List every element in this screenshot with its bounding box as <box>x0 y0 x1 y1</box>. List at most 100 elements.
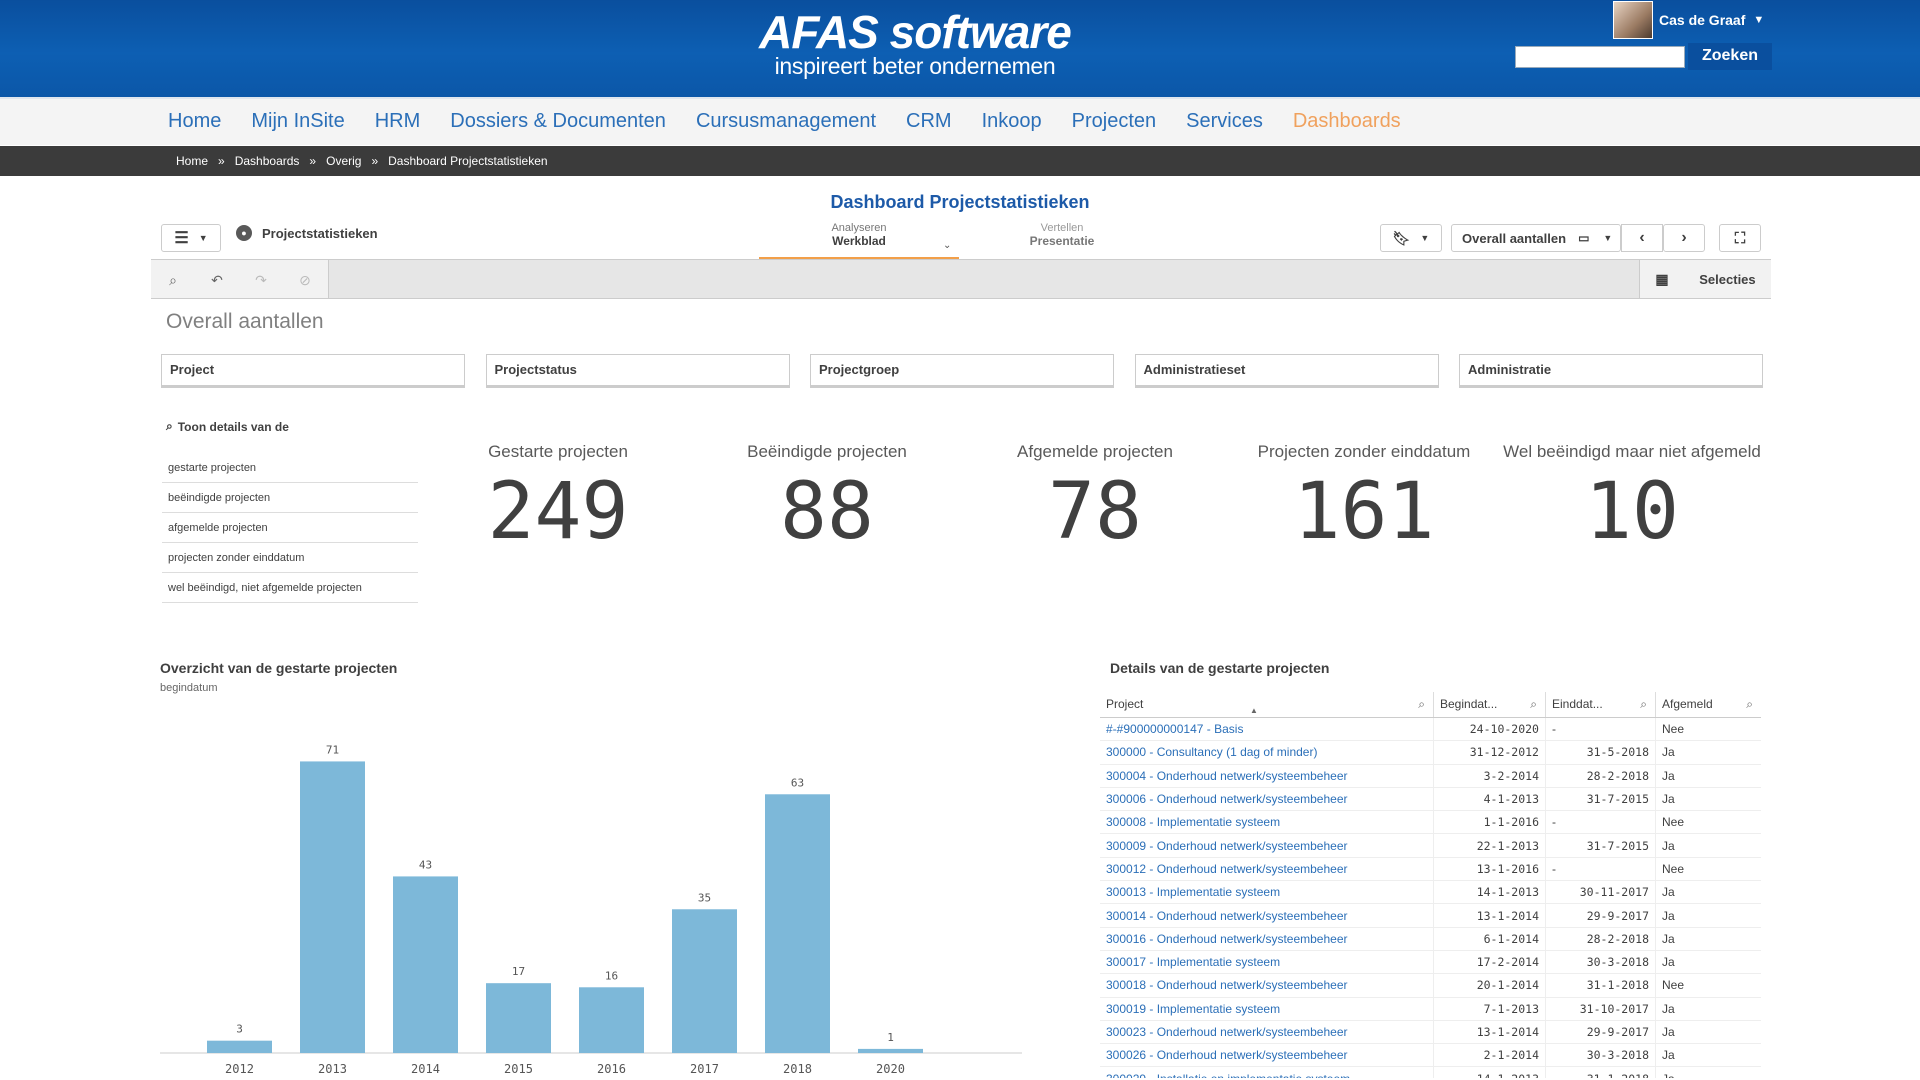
table-cell[interactable]: 300000 - Consultancy (1 dag of minder) <box>1100 741 1434 764</box>
bar-2020[interactable] <box>858 1048 923 1053</box>
table-cell[interactable]: 300004 - Onderhoud netwerk/systeembeheer <box>1100 764 1434 787</box>
column-header[interactable]: Afgemeld ⌕ <box>1656 692 1761 717</box>
search-icon[interactable]: ⌕ <box>1530 697 1537 712</box>
afas-logo[interactable]: AFAS software inspireert beter onderneme… <box>755 8 1075 78</box>
user-menu[interactable]: Cas de Graaf ▼ <box>1613 0 1764 40</box>
tab-vertellen[interactable]: Vertellen Presentatie <box>962 222 1162 248</box>
filter-project[interactable]: Project <box>161 354 465 388</box>
tab-analyseren[interactable]: Analyseren Werkblad ⌄ <box>759 222 959 251</box>
menu-button[interactable]: ☰ ▼ <box>161 224 221 252</box>
filter-projectstatus[interactable]: Projectstatus <box>485 354 790 388</box>
nav-item-cursusmanagement[interactable]: Cursusmanagement <box>696 110 876 133</box>
sheet-selector[interactable]: Overall aantallen ▭ ▼ <box>1451 224 1621 252</box>
table-row[interactable]: 300018 - Onderhoud netwerk/systeembeheer… <box>1100 974 1761 998</box>
nav-item-crm[interactable]: CRM <box>906 110 952 133</box>
filter-projectgroep[interactable]: Projectgroep <box>810 354 1114 388</box>
search-input[interactable] <box>1515 46 1685 68</box>
fullscreen-button[interactable]: ⛶ <box>1719 224 1761 252</box>
table-cell[interactable]: 300019 - Implementatie systeem <box>1100 997 1434 1020</box>
table-row[interactable]: 300006 - Onderhoud netwerk/systeembeheer… <box>1100 787 1761 812</box>
filter-administratieset[interactable]: Administratieset <box>1134 354 1439 388</box>
table-row[interactable]: 300026 - Onderhoud netwerk/systeembeheer… <box>1100 1044 1761 1068</box>
nav-item-dashboards[interactable]: Dashboards <box>1293 110 1401 133</box>
previous-sheet-button[interactable]: ‹ <box>1621 224 1663 252</box>
kpi-2[interactable]: Afgemelde projecten 78 <box>965 442 1225 556</box>
bar-2014[interactable] <box>393 876 458 1053</box>
column-header[interactable]: Project ▲ ⌕ <box>1100 692 1434 717</box>
kpi-0[interactable]: Gestarte projecten 249 <box>428 442 688 556</box>
details-list-item[interactable]: wel beëindigd, niet afgemelde projecten <box>162 573 418 603</box>
step-back-icon[interactable]: ↶ <box>207 270 227 290</box>
table-row[interactable]: 300013 - Implementatie systeem 14-1-2013 3… <box>1100 881 1761 905</box>
table-cell[interactable]: 300014 - Onderhoud netwerk/systeembeheer <box>1100 904 1434 927</box>
table-cell[interactable]: 300009 - Onderhoud netwerk/systeembeheer <box>1100 834 1434 857</box>
table-cell[interactable]: 300013 - Implementatie systeem <box>1100 881 1434 904</box>
table-cell[interactable]: 300018 - Onderhoud netwerk/systeembeheer <box>1100 974 1434 997</box>
nav-item-mijn-insite[interactable]: Mijn InSite <box>251 110 344 133</box>
table-cell[interactable]: #-#900000000147 - Basis <box>1100 718 1434 741</box>
nav-item-projecten[interactable]: Projecten <box>1072 110 1157 133</box>
bar-2012[interactable] <box>207 1040 272 1053</box>
bar-2016[interactable] <box>579 987 644 1053</box>
table-cell[interactable]: 300016 - Onderhoud netwerk/systeembeheer <box>1100 927 1434 950</box>
table-cell[interactable]: 300006 - Onderhoud netwerk/systeembeheer <box>1100 787 1434 811</box>
smart-search-icon[interactable]: ⌕ <box>163 270 183 290</box>
bookmark-button[interactable]: 🔖︎ ▼ <box>1380 224 1442 252</box>
bar-2017[interactable] <box>672 909 737 1053</box>
details-list-item[interactable]: afgemelde projecten <box>162 513 418 543</box>
app-name[interactable]: ● Projectstatistieken <box>236 225 378 241</box>
bar-chart[interactable]: 3 2012 71 2013 43 2014 17 2015 16 2016 35 2017 63 201… <box>150 720 1030 1080</box>
selections-button[interactable]: ▦ Selecties <box>1639 260 1771 298</box>
breadcrumb-item[interactable]: Overig <box>326 154 361 168</box>
table-cell: 31-5-2018 <box>1546 741 1656 764</box>
table-row[interactable]: 300009 - Onderhoud netwerk/systeembeheer… <box>1100 834 1761 858</box>
nav-item-services[interactable]: Services <box>1186 110 1263 133</box>
kpi-3[interactable]: Projecten zonder einddatum 161 <box>1234 442 1494 556</box>
details-table[interactable]: Project ▲ ⌕ Begindat... ⌕ Einddat... ⌕ Afgemeld… <box>1100 692 1761 1078</box>
nav-item-home[interactable]: Home <box>168 110 221 133</box>
search-icon[interactable]: ⌕ <box>1418 697 1425 712</box>
breadcrumb-item[interactable]: Home <box>176 154 208 168</box>
table-row[interactable]: 300016 - Onderhoud netwerk/systeembeheer… <box>1100 927 1761 951</box>
table-cell: 28-2-2018 <box>1546 764 1656 787</box>
column-header[interactable]: Einddat... ⌕ <box>1546 692 1656 717</box>
table-row[interactable]: 300000 - Consultancy (1 dag of minder) 31… <box>1100 741 1761 765</box>
table-cell[interactable]: 300008 - Implementatie systeem <box>1100 811 1434 834</box>
table-cell: 29-9-2017 <box>1546 1020 1656 1044</box>
table-row[interactable]: 300017 - Implementatie systeem 17-2-2014 3… <box>1100 950 1761 975</box>
breadcrumb-item[interactable]: Dashboards <box>235 154 300 168</box>
bar-2018[interactable] <box>765 794 830 1053</box>
table-row[interactable]: 300004 - Onderhoud netwerk/systeembeheer… <box>1100 764 1761 788</box>
column-header[interactable]: Begindat... ⌕ <box>1434 692 1546 717</box>
nav-item-hrm[interactable]: HRM <box>375 110 421 133</box>
kpi-4[interactable]: Wel beëindigd maar niet afgemeld 10 <box>1502 442 1762 556</box>
search-icon[interactable]: ⌕ <box>1746 697 1753 712</box>
next-sheet-button[interactable]: › <box>1663 224 1705 252</box>
clear-selections-icon[interactable]: ⊘ <box>295 270 315 290</box>
search-icon[interactable]: ⌕ <box>1640 697 1647 712</box>
bar-2015[interactable] <box>486 983 551 1053</box>
table-row[interactable]: 300008 - Implementatie systeem 1-1-2016- N… <box>1100 811 1761 835</box>
table-row[interactable]: #-#900000000147 - Basis 24-10-2020- Nee <box>1100 718 1761 742</box>
table-row[interactable]: 300023 - Onderhoud netwerk/systeembeheer… <box>1100 1020 1761 1045</box>
bar-2013[interactable] <box>300 761 365 1053</box>
nav-item-dossiers-documenten[interactable]: Dossiers & Documenten <box>450 110 666 133</box>
nav-item-inkoop[interactable]: Inkoop <box>982 110 1042 133</box>
table-cell[interactable]: 300029 - Installatie en implementatie sy… <box>1100 1067 1434 1078</box>
table-row[interactable]: 300012 - Onderhoud netwerk/systeembeheer… <box>1100 857 1761 882</box>
search-button[interactable]: Zoeken <box>1688 43 1772 70</box>
table-cell[interactable]: 300023 - Onderhoud netwerk/systeembeheer <box>1100 1020 1434 1044</box>
kpi-1[interactable]: Beëindigde projecten 88 <box>697 442 957 556</box>
table-cell[interactable]: 300026 - Onderhoud netwerk/systeembeheer <box>1100 1044 1434 1067</box>
details-list-item[interactable]: gestarte projecten <box>162 453 418 483</box>
details-list-item[interactable]: beëindigde projecten <box>162 483 418 513</box>
table-row[interactable]: 300029 - Installatie en implementatie sy… <box>1100 1067 1761 1078</box>
table-cell[interactable]: 300017 - Implementatie systeem <box>1100 950 1434 974</box>
details-list-item[interactable]: projecten zonder einddatum <box>162 543 418 573</box>
fullscreen-icon: ⛶ <box>1734 229 1746 247</box>
table-row[interactable]: 300014 - Onderhoud netwerk/systeembeheer… <box>1100 904 1761 928</box>
table-row[interactable]: 300019 - Implementatie systeem 7-1-2013 31… <box>1100 997 1761 1021</box>
filter-administratie[interactable]: Administratie <box>1459 354 1763 388</box>
table-cell[interactable]: 300012 - Onderhoud netwerk/systeembeheer <box>1100 857 1434 881</box>
step-forward-icon[interactable]: ↷ <box>251 270 271 290</box>
